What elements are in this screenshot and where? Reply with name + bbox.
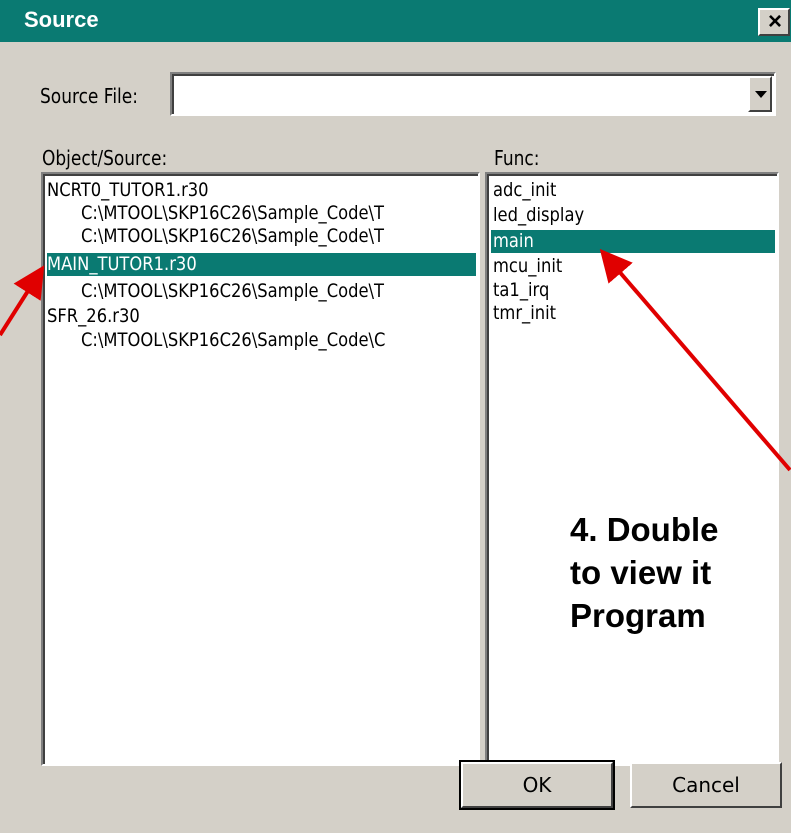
arrow-to-main-func [599,248,791,472]
callout-line: 4. Double [570,511,719,548]
instruction-callout: 4. Double to view it Program [570,508,791,637]
arrow-to-main-tutor [0,265,45,337]
callout-line: to view it [570,554,712,591]
callout-line: Program [570,597,706,634]
annotation-arrows [0,248,791,472]
